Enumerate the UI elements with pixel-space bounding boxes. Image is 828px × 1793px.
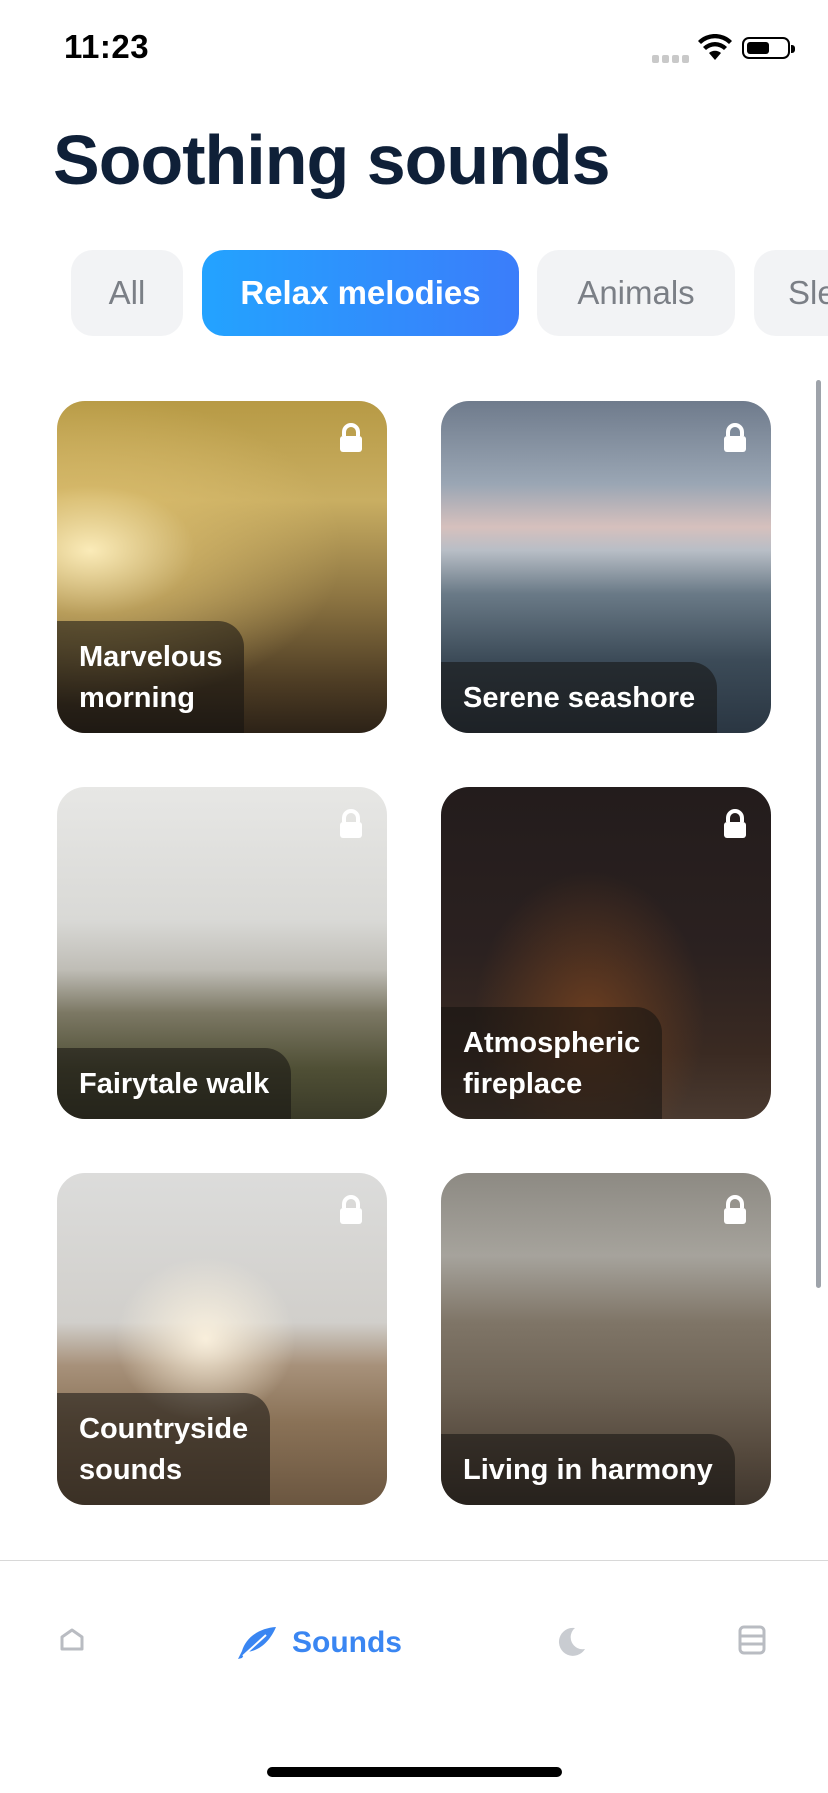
card-caption: Fairytale walk — [57, 1048, 292, 1119]
wifi-icon — [698, 34, 732, 60]
card-caption: Atmospheric fireplace — [441, 1007, 663, 1119]
status-bar: 11:23 — [0, 0, 828, 100]
card-title: Serene seashore — [463, 682, 696, 714]
card-title: Marvelous morning — [79, 641, 223, 714]
lock-icon — [340, 809, 362, 838]
sound-card-atmospheric-fireplace[interactable]: Atmospheric fireplace — [441, 787, 771, 1119]
tab-animals[interactable]: Animals — [537, 250, 735, 336]
card-title: Living in harmony — [463, 1454, 713, 1486]
tab-relax-melodies[interactable]: Relax melodies — [202, 250, 519, 336]
tabbar-home[interactable] — [58, 1625, 86, 1653]
feather-icon — [238, 1627, 276, 1659]
sound-card-fairytale-walk[interactable]: Fairytale walk — [57, 787, 387, 1119]
sound-card-countryside-sounds[interactable]: Countryside sounds — [57, 1173, 387, 1505]
lock-icon — [340, 1195, 362, 1224]
sound-card-living-in-harmony[interactable]: Living in harmony — [441, 1173, 771, 1505]
tabbar-sleep[interactable] — [553, 1625, 587, 1659]
scrollbar[interactable] — [816, 380, 821, 1288]
tabbar-sounds[interactable]: Sounds — [236, 1625, 402, 1661]
lock-icon — [724, 809, 746, 838]
moon-icon — [558, 1627, 585, 1656]
sound-card-serene-seashore[interactable]: Serene seashore — [441, 401, 771, 733]
bottom-tab-bar: Sounds — [0, 1560, 828, 1793]
lock-icon — [340, 423, 362, 452]
lock-icon — [724, 423, 746, 452]
status-time: 11:23 — [64, 28, 150, 65]
tabbar-journal[interactable] — [738, 1625, 766, 1655]
tab-sleep[interactable]: Sleep — [754, 250, 828, 336]
card-caption: Serene seashore — [441, 662, 718, 733]
card-caption: Countryside sounds — [57, 1393, 271, 1505]
card-caption: Living in harmony — [441, 1434, 735, 1505]
lock-icon — [724, 1195, 746, 1224]
tab-all[interactable]: All — [71, 250, 183, 336]
card-caption: Marvelous morning — [57, 621, 245, 733]
card-title: Fairytale walk — [79, 1068, 270, 1100]
sound-card-marvelous-morning[interactable]: Marvelous morning — [57, 401, 387, 733]
home-icon — [60, 1628, 84, 1651]
tabbar-sounds-label: Sounds — [292, 1626, 402, 1659]
page-title: Soothing sounds — [53, 121, 611, 199]
card-title: Countryside sounds — [79, 1413, 249, 1486]
cellular-signal-icon — [652, 50, 692, 68]
category-tabs: All Relax melodies Animals Sleep — [0, 250, 828, 338]
home-indicator — [267, 1767, 562, 1777]
journal-icon — [738, 1625, 766, 1655]
battery-icon — [742, 37, 795, 59]
card-title: Atmospheric fireplace — [463, 1027, 641, 1100]
